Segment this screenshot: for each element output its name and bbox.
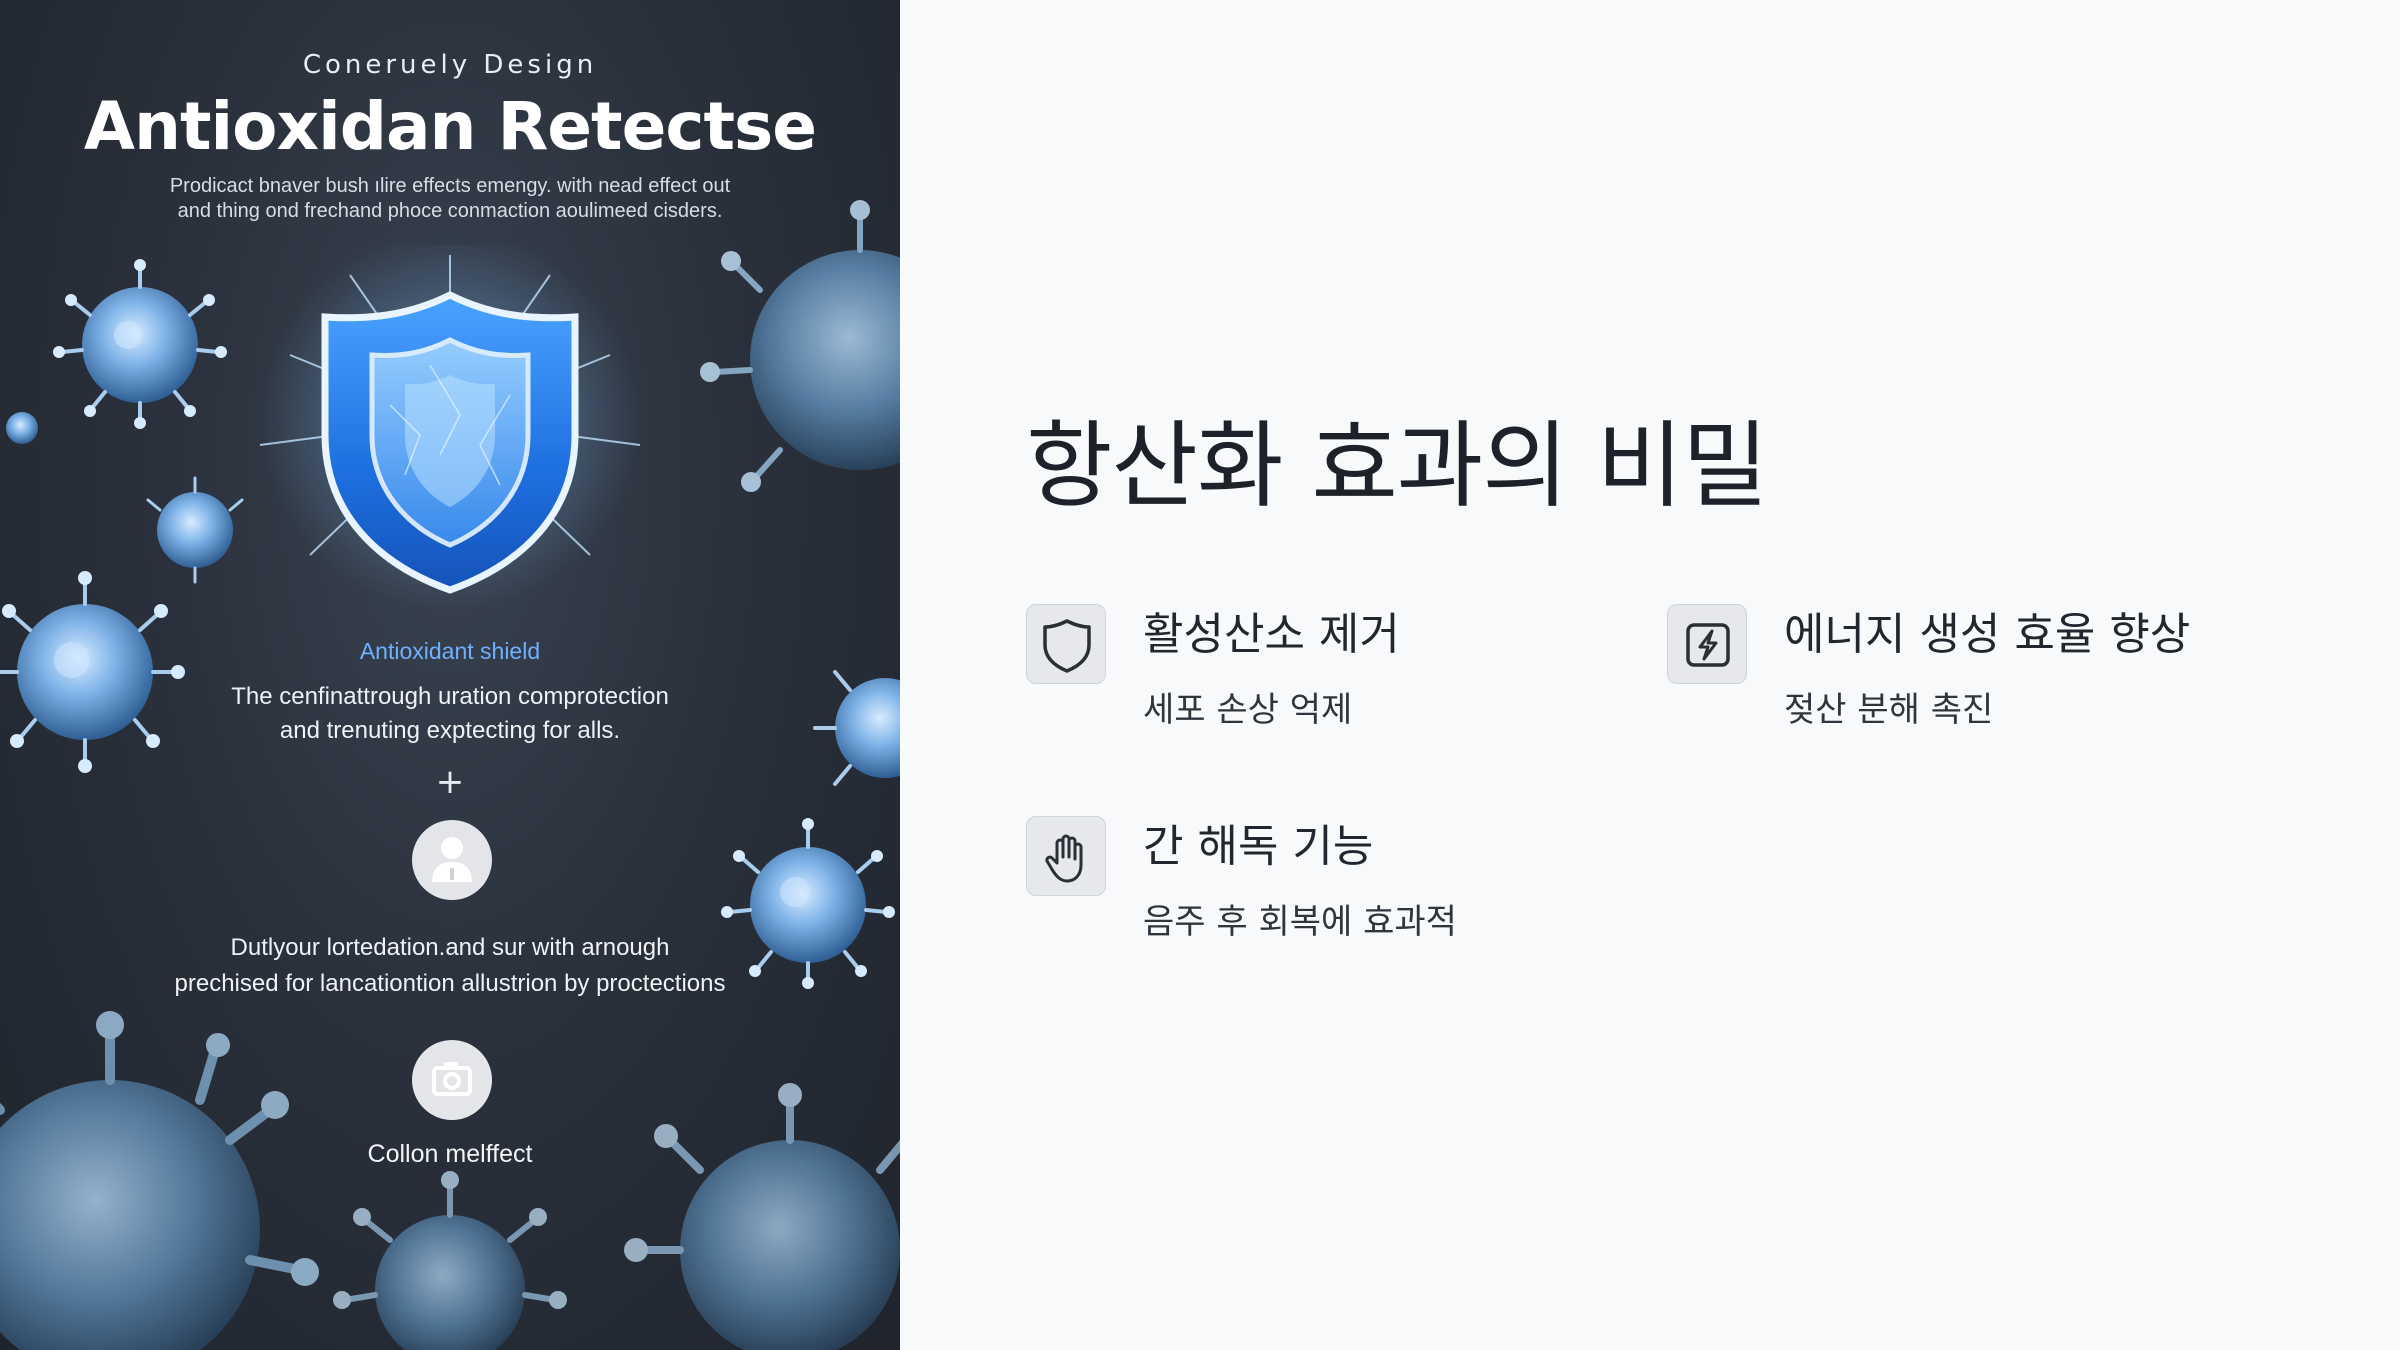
person-description-line-2: prechised for lancationtion allustrion b… (174, 970, 726, 997)
shield-icon (1043, 619, 1091, 673)
feature-energy-efficiency: 에너지 생성 효율 향상 젖산 분해 촉진 (1667, 604, 2227, 744)
camera-caption: Collon melffect (367, 1140, 533, 1168)
feature-icon-box (1026, 816, 1106, 896)
shield-description-line-1: The cenfinattrough uration comprotection (231, 683, 669, 710)
poster-title: Antioxidan Retectse (83, 88, 817, 165)
glowing-shield-illustration (230, 230, 670, 625)
person-badge (412, 820, 492, 900)
feature-ros-removal: 활성산소 제거 세포 손상 억제 (1026, 604, 1586, 744)
plus-icon: + (435, 762, 465, 802)
camera-icon (432, 1062, 472, 1096)
feature-description: 세포 손상 억제 (1143, 690, 1353, 730)
poster-description: Prodicact bnaver bush ılire effects emen… (150, 174, 750, 224)
feature-icon-box (1667, 604, 1747, 684)
shield-description: The cenfinattrough uration comprotection… (150, 680, 750, 748)
lightning-icon (1686, 623, 1730, 667)
shield-description-line-2: and trenuting exptecting for alls. (279, 717, 621, 744)
page-title: 항산화 효과의 비밀 (1026, 412, 1769, 521)
feature-title: 간 해독 기능 (1143, 821, 1374, 872)
poster-description-line-1: Prodicact bnaver bush ılire effects emen… (169, 175, 731, 197)
person-description: Dutlyour lortedation.and sur with arnoug… (110, 930, 790, 1002)
feature-description: 젖산 분해 촉진 (1784, 690, 1994, 730)
camera-badge (412, 1040, 492, 1120)
feature-description: 음주 후 회복에 효과적 (1143, 902, 1457, 942)
hand-icon (1045, 834, 1083, 883)
person-icon (432, 837, 472, 882)
shield-icon (259, 230, 641, 610)
feature-title: 에너지 생성 효율 향상 (1784, 609, 2191, 660)
antioxidant-poster: Coneruely Design Antioxidan Retectse Pro… (0, 0, 900, 1350)
slide: Coneruely Design Antioxidan Retectse Pro… (0, 0, 2400, 1350)
shield-caption: Antioxidant shield (359, 638, 541, 664)
poster-kicker: Coneruely Design (302, 50, 598, 80)
person-description-line-1: Dutlyour lortedation.and sur with arnoug… (230, 934, 670, 961)
poster-description-line-2: and thing ond frechand phoce conmaction … (177, 200, 723, 222)
feature-liver-detox: 간 해독 기능 음주 후 회복에 효과적 (1026, 816, 1586, 956)
feature-title: 활성산소 제거 (1143, 609, 1400, 660)
feature-icon-box (1026, 604, 1106, 684)
